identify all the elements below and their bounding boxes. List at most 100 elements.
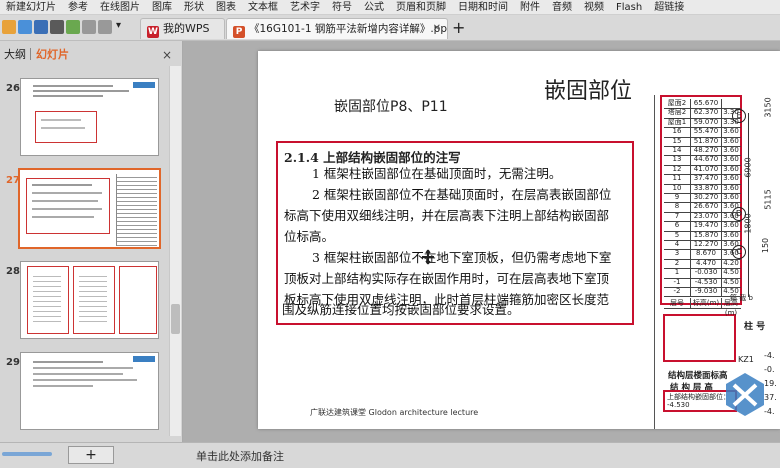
table-cell: 55.470 [691,127,722,137]
table-cell: 51.870 [691,136,722,146]
table-header-cell: 层高(m) [724,299,738,318]
table-cell: 9 [664,193,691,203]
table-cell: -4.530 [691,277,722,287]
note-line: 3 框架柱嵌固部位不在地下室顶板，但仍需考虑地下室 [312,250,612,265]
note-line: 1 框架柱嵌固部位在基础顶面时，无需注明。 [312,166,562,181]
menu-item[interactable]: 日期和时间 [452,3,514,13]
undo-icon[interactable] [82,20,96,34]
table-cell: 3.60 [723,202,739,211]
add-slide-button[interactable]: + [68,446,114,464]
mouse-cursor-icon [422,249,434,265]
table-cell: 65.670 [691,99,722,109]
table-cell: 15 [664,136,691,146]
table-cell: 44.670 [691,155,722,165]
table-cell: 4.50 [723,268,739,277]
tab-divider [30,48,31,60]
table-cell: 16 [664,127,691,137]
menu-item[interactable]: 参考 [62,3,94,13]
table-cell: 3.60 [723,193,739,201]
table-header-cell: 标高(m) [691,298,722,309]
table-cell: 4.50 [723,287,739,295]
new-tab-button[interactable]: + [452,18,465,38]
wps-app-icon[interactable] [2,20,16,34]
menu-item[interactable]: 页眉和页脚 [390,3,452,13]
preview-icon[interactable] [66,20,80,34]
table-cell: 3.60 [723,230,739,239]
slide-number: 29 [6,357,20,368]
slide-thumbnail-28[interactable] [20,261,159,339]
table-cell: 30.270 [691,193,722,203]
progress-indicator [2,452,52,456]
menu-item[interactable]: 图表 [210,3,242,13]
tab-my-wps[interactable]: W 我的WPS [140,18,225,39]
table-cell: 4.50 [723,277,739,286]
save-icon[interactable] [34,20,48,34]
close-icon[interactable]: ✕ [433,19,441,39]
slide-thumbnail-26[interactable] [20,78,159,156]
table-cell: 3.30 [723,117,739,126]
table-cell: 11 [664,174,691,184]
table-cell: 6 [664,221,691,231]
menu-item[interactable]: 形状 [178,3,210,13]
table-header-cell: 层号 [664,298,691,309]
table-cell: 33.870 [691,183,722,193]
notes-placeholder[interactable]: 单击此处添加备注 [196,448,284,464]
table-cell: 3.60 [723,127,739,136]
slide-thumbnail-27[interactable] [18,168,161,249]
column-sub: KZ1 [738,355,754,364]
menu-item[interactable]: 在线图片 [94,3,146,13]
thumbnail-scrollbar[interactable] [169,66,181,436]
note-line: 标高下使用双细线注明，并在层高表下注明上部结构嵌固部 [284,208,610,223]
table-cell: 3.60 [723,221,739,230]
table-cell: 4.470 [691,258,722,269]
table-cell: 塔层2 [664,108,691,118]
slide-thumbnail-29[interactable] [20,352,159,430]
table-cell: 8 [664,202,691,212]
table-cell: 3.60 [723,136,739,145]
table-cell: 屋面1 [664,117,691,128]
table-cell: 12.270 [691,240,722,250]
chevron-down-icon[interactable]: ▾ [116,20,121,31]
menu-item[interactable]: 新建幻灯片 [0,3,62,13]
tab-slides[interactable]: 幻灯片 [36,47,69,63]
table-cell: 3.60 [723,146,739,154]
embedded-level-box [663,314,736,362]
tab-outline[interactable]: 大纲 [4,47,26,63]
menu-item[interactable]: 艺术字 [284,3,326,13]
wps-logo-icon: W [147,26,159,38]
note-line-last: 围及纵筋连接位置均按嵌固部位要求设置。 [282,302,520,317]
slide-number: 28 [6,266,20,277]
tab-document[interactable]: P 《16G101-1 钢筋平法新增内容详解》.ppt ✕ [226,18,448,39]
tab-label: 《16G101-1 钢筋平法新增内容详解》.ppt [249,23,448,35]
close-panel-icon[interactable]: × [162,48,172,62]
dimension-label: 5115 [763,189,773,210]
table-caption: 结构层楼面标高 [668,371,728,381]
print-icon[interactable] [50,20,64,34]
menu-item[interactable]: 视频 [578,3,610,13]
menu-item[interactable]: 音频 [546,3,578,13]
table-cell: 3.60 [723,211,739,220]
menu-item[interactable]: 超链接 [648,3,690,13]
table-cell: 14 [664,146,691,156]
table-cell: 屋面2 [664,99,691,109]
redo-icon[interactable] [98,20,112,34]
menu-item[interactable]: 符号 [326,3,358,13]
menu-item[interactable]: 附件 [514,3,546,13]
column-line [748,113,749,297]
dimension-label: 150 [761,237,771,254]
table-cell [722,99,740,108]
table-cell: 3.60 [723,249,739,258]
table-cell: 15.870 [691,230,722,240]
table-cell: 3.60 [723,183,739,192]
table-cell: 59.070 [691,117,722,128]
table-cell: 3.60 [723,240,739,248]
menu-item[interactable]: 图库 [146,3,178,13]
scrollbar-thumb[interactable] [171,304,180,334]
open-folder-icon[interactable] [18,20,32,34]
menu-item[interactable]: Flash [610,3,648,13]
menu-item[interactable]: 公式 [358,3,390,13]
table-cell: -9.030 [691,287,722,297]
menu-item[interactable]: 文本框 [242,3,284,13]
table-cell: 37.470 [691,174,722,184]
slide-subheading: 嵌固部位P8、P11 [334,99,448,115]
